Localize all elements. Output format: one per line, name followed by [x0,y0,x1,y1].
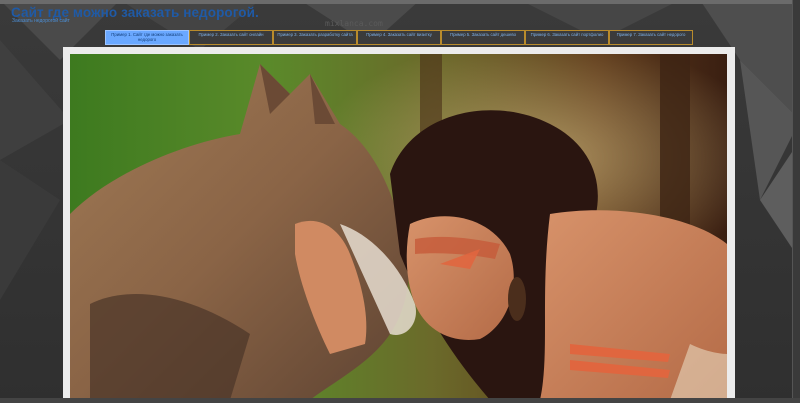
nav-item-example-5[interactable]: Пример 5. Заказать сайт дешево [441,30,525,45]
nav-item-example-4[interactable]: Пример 4. Заказать сайт визитку [357,30,441,45]
nav-item-example-3[interactable]: Пример 3. Заказать разработку сайта [273,30,357,45]
watermark: mixlanca.com [325,19,383,28]
bottom-strip [0,398,800,403]
nav-item-example-1[interactable]: Пример 1. Сайт где можно заказать недоро… [105,30,189,45]
vertical-scrollbar[interactable] [792,0,800,403]
hero-photo[interactable] [70,54,727,400]
nav-item-example-7[interactable]: Пример 7. Заказать сайт недорого [609,30,693,45]
nav-item-example-6[interactable]: Пример 6. Заказать сайт портфолио [525,30,609,45]
top-border [0,0,800,4]
page: Сайт где можно заказать недорогой. Заказ… [0,0,800,403]
site-subtitle: Заказать недорогой сайт [12,18,70,24]
nav-menu: Пример 1. Сайт где можно заказать недоро… [105,30,693,45]
nav-item-example-2[interactable]: Пример 2. Заказать сайт онлайн [189,30,273,45]
